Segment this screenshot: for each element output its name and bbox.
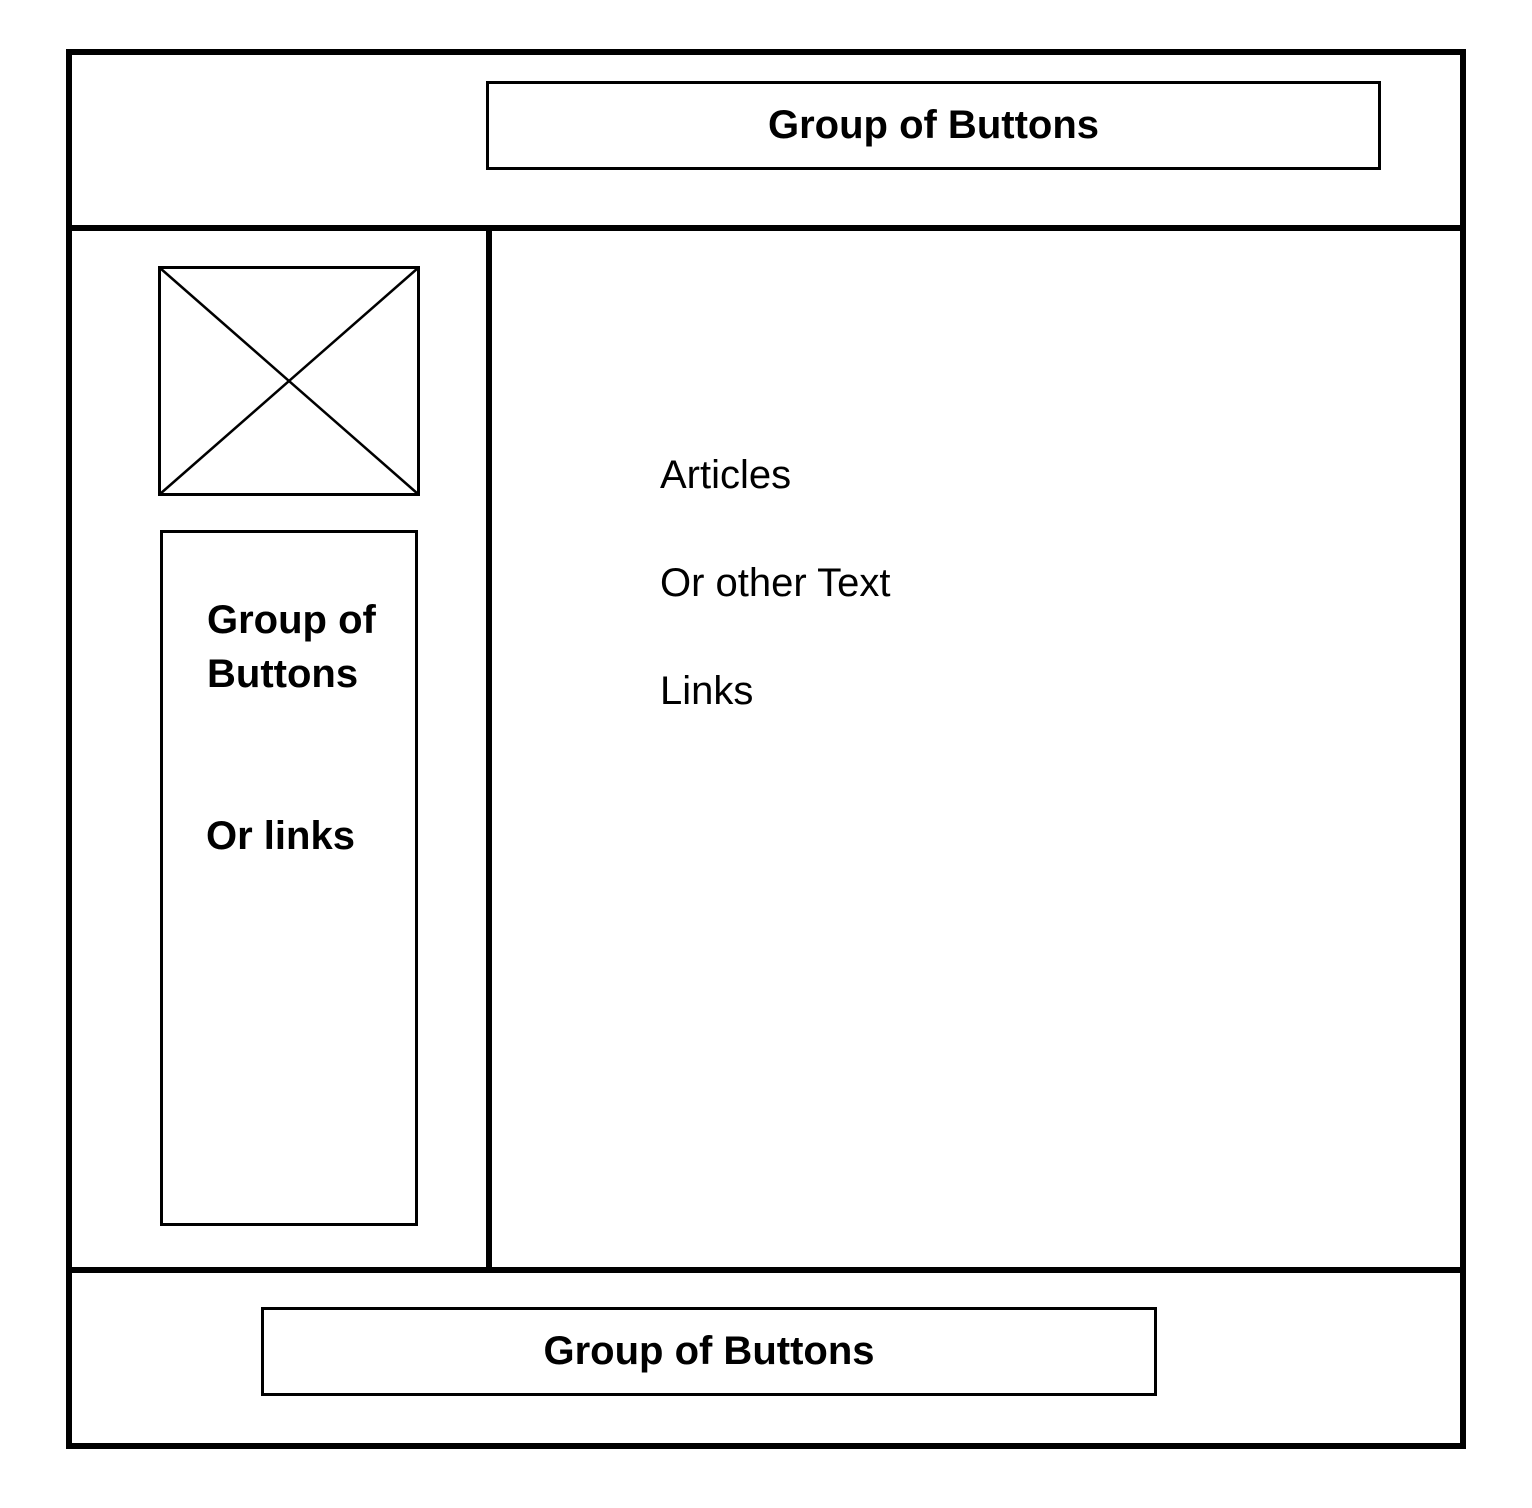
- image-placeholder-icon: [158, 266, 420, 496]
- header-button-group[interactable]: Group of Buttons: [486, 81, 1381, 170]
- content-other-text: Or other Text: [660, 561, 891, 605]
- content-articles: Articles: [660, 453, 792, 497]
- content-links[interactable]: Links: [660, 667, 753, 715]
- footer-divider: [66, 1267, 1466, 1273]
- image-placeholder-svg: [158, 266, 420, 496]
- sidebar-divider: [486, 228, 492, 1270]
- footer-button-group[interactable]: Group of Buttons: [261, 1307, 1157, 1396]
- header-button-group-label: Group of Buttons: [767, 103, 1100, 147]
- sidebar-group-title: Group of Buttons: [207, 598, 376, 696]
- footer-button-group-label: Group of Buttons: [543, 1329, 875, 1373]
- sidebar-button-group[interactable]: Group of Buttons Or links: [160, 530, 418, 1226]
- header-divider: [66, 225, 1466, 231]
- sidebar-links-label[interactable]: Or links: [206, 809, 355, 863]
